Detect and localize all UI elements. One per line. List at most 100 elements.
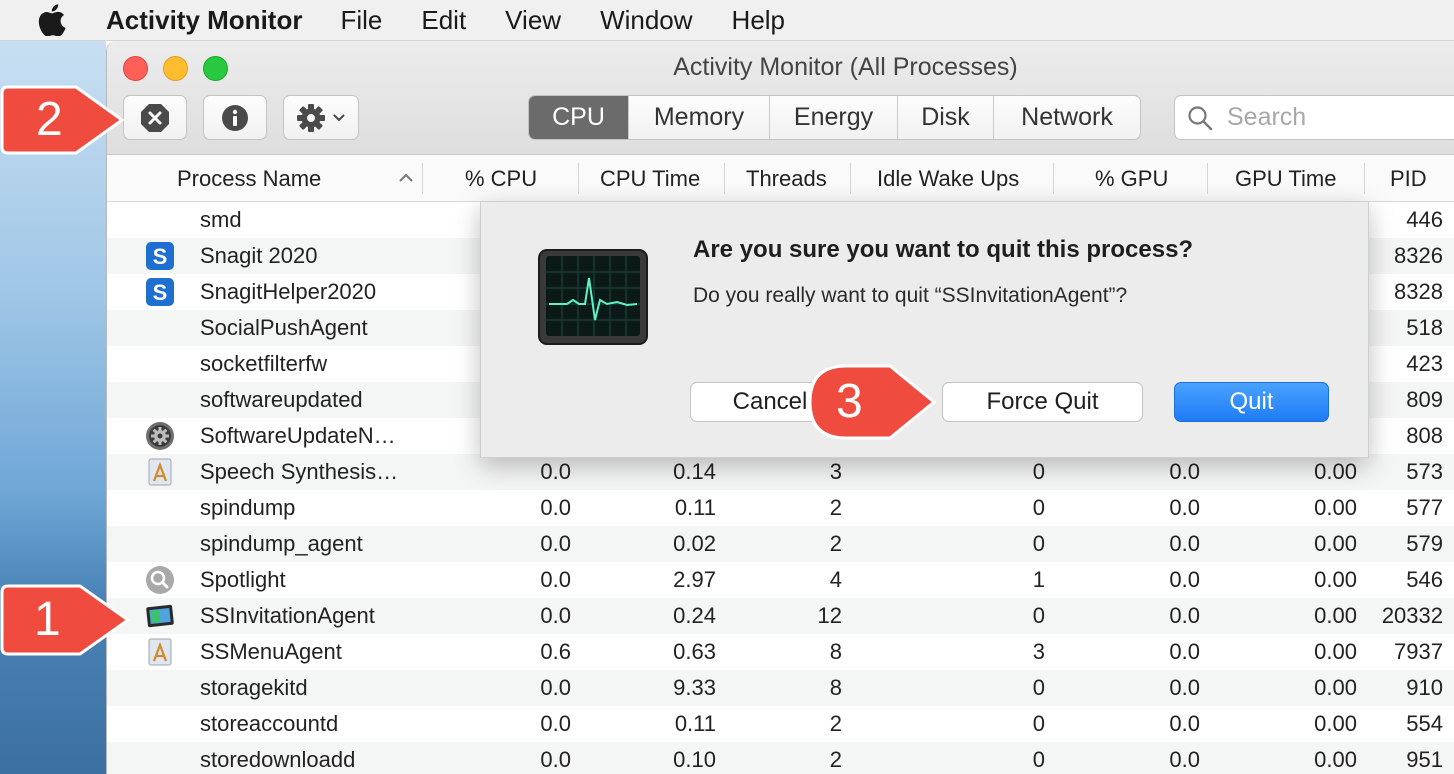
threads-cell: 2 bbox=[829, 495, 842, 520]
table-row[interactable]: Spotlight 0.0 2.97 4 1 0.0 0.00 546 bbox=[107, 562, 1454, 598]
gpu-percent-cell: 0.0 bbox=[1169, 711, 1200, 736]
tab-energy[interactable]: Energy bbox=[770, 96, 898, 139]
force-quit-button[interactable]: Force Quit bbox=[942, 382, 1143, 422]
idle-wake-ups-cell: 3 bbox=[1032, 639, 1045, 664]
tab-network[interactable]: Network bbox=[994, 96, 1140, 139]
table-row[interactable]: spindump_agent 0.0 0.02 2 0 0.0 0.00 579 bbox=[107, 526, 1454, 562]
process-name-cell: softwareupdated bbox=[200, 387, 363, 412]
window-title: Activity Monitor (All Processes) bbox=[673, 53, 1018, 81]
stop-process-button[interactable] bbox=[123, 95, 187, 140]
process-name-cell: SSInvitationAgent bbox=[200, 603, 375, 628]
cpu-time-cell: 0.11 bbox=[674, 711, 716, 736]
table-row[interactable]: storeaccountd 0.0 0.11 2 0 0.0 0.00 554 bbox=[107, 706, 1454, 742]
menu-edit[interactable]: Edit bbox=[421, 5, 466, 36]
gpu-percent-cell: 0.0 bbox=[1169, 747, 1200, 772]
idle-wake-ups-cell: 0 bbox=[1032, 747, 1045, 772]
inspect-process-button[interactable] bbox=[203, 95, 267, 140]
quit-button[interactable]: Quit bbox=[1174, 382, 1329, 422]
cpu-percent-cell: 0.0 bbox=[540, 567, 571, 592]
column-pid[interactable]: PID bbox=[1390, 155, 1427, 202]
cpu-percent-cell: 0.0 bbox=[540, 603, 571, 628]
cpu-percent-cell: 0.0 bbox=[540, 531, 571, 556]
sort-ascending-icon bbox=[399, 173, 413, 182]
table-row[interactable]: SSMenuAgent 0.6 0.63 8 3 0.0 0.00 7937 bbox=[107, 634, 1454, 670]
idle-wake-ups-cell: 1 bbox=[1032, 567, 1045, 592]
menu-help[interactable]: Help bbox=[732, 5, 785, 36]
gpu-percent-cell: 0.0 bbox=[1169, 639, 1200, 664]
gpu-percent-cell: 0.0 bbox=[1169, 531, 1200, 556]
menu-window[interactable]: Window bbox=[600, 5, 692, 36]
dialog-title: Are you sure you want to quit this proce… bbox=[693, 236, 1194, 263]
menu-app-name[interactable]: Activity Monitor bbox=[106, 5, 302, 36]
callout-number: 3 bbox=[836, 375, 863, 428]
view-tabs: CPU Memory Energy Disk Network bbox=[528, 95, 1141, 140]
tab-disk[interactable]: Disk bbox=[898, 96, 994, 139]
search-icon bbox=[1188, 105, 1213, 130]
table-row[interactable]: SSInvitationAgent 0.0 0.24 12 0 0.0 0.00 20332 bbox=[107, 598, 1454, 634]
dialog-message: Do you really want to quit “SSInvitation… bbox=[693, 284, 1128, 307]
gpu-percent-cell: 0.0 bbox=[1169, 675, 1200, 700]
snagit-icon: S bbox=[145, 277, 175, 307]
cpu-percent-cell: 0.0 bbox=[540, 675, 571, 700]
process-name-cell: Snagit 2020 bbox=[200, 243, 318, 268]
tab-memory[interactable]: Memory bbox=[629, 96, 770, 139]
pid-cell: 20332 bbox=[1381, 603, 1443, 628]
threads-cell: 2 bbox=[829, 747, 842, 772]
gpu-percent-cell: 0.0 bbox=[1169, 459, 1200, 484]
svg-text:S: S bbox=[153, 280, 168, 305]
table-row[interactable]: storagekitd 0.0 9.33 8 0 0.0 0.00 910 bbox=[107, 670, 1454, 706]
column-idle-wake-ups[interactable]: Idle Wake Ups bbox=[877, 155, 1019, 202]
svg-text:S: S bbox=[153, 244, 168, 269]
pid-cell: 577 bbox=[1406, 495, 1443, 520]
pid-cell: 7937 bbox=[1394, 639, 1443, 664]
table-header: Process Name % CPU CPU Time Threads Idle… bbox=[107, 155, 1454, 202]
cpu-percent-cell: 0.0 bbox=[540, 711, 571, 736]
column-cpu-percent[interactable]: % CPU bbox=[465, 155, 537, 202]
search-field[interactable] bbox=[1174, 95, 1454, 140]
threads-cell: 4 bbox=[829, 567, 842, 592]
table-row[interactable]: spindump 0.0 0.11 2 0 0.0 0.00 577 bbox=[107, 490, 1454, 526]
process-name-cell: SSMenuAgent bbox=[200, 639, 342, 664]
table-row[interactable]: storedownloadd 0.0 0.10 2 0 0.0 0.00 951 bbox=[107, 742, 1454, 774]
pid-cell: 910 bbox=[1406, 675, 1443, 700]
cpu-time-cell: 2.97 bbox=[673, 567, 716, 592]
menu-view[interactable]: View bbox=[505, 5, 561, 36]
process-name-cell: storeaccountd bbox=[200, 711, 339, 736]
chevron-down-icon bbox=[333, 113, 345, 121]
apple-menu-icon[interactable] bbox=[38, 4, 84, 36]
callout-badge-1: 1 bbox=[0, 582, 132, 658]
search-input[interactable] bbox=[1227, 103, 1447, 132]
menu-file[interactable]: File bbox=[340, 5, 382, 36]
cpu-time-cell: 0.11 bbox=[674, 495, 716, 520]
threads-cell: 2 bbox=[829, 531, 842, 556]
threads-cell: 2 bbox=[829, 711, 842, 736]
process-name-cell: socketfilterfw bbox=[200, 351, 328, 376]
pid-cell: 573 bbox=[1406, 459, 1443, 484]
process-name-cell: spindump bbox=[200, 495, 296, 520]
idle-wake-ups-cell: 0 bbox=[1032, 603, 1045, 628]
gear-icon bbox=[145, 421, 175, 451]
idle-wake-ups-cell: 0 bbox=[1032, 675, 1045, 700]
threads-cell: 8 bbox=[829, 639, 842, 664]
pid-cell: 546 bbox=[1406, 567, 1443, 592]
table-row[interactable]: Speech Synthesis… 0.0 0.14 3 0 0.0 0.00 573 bbox=[107, 454, 1454, 490]
column-gpu-percent[interactable]: % GPU bbox=[1095, 155, 1168, 202]
column-process-name[interactable]: Process Name bbox=[177, 155, 321, 202]
activity-monitor-app-icon bbox=[538, 249, 648, 345]
action-menu-button[interactable] bbox=[283, 95, 359, 140]
snagit-icon: S bbox=[145, 241, 175, 271]
cpu-percent-cell: 0.6 bbox=[540, 639, 571, 664]
callout-badge-2: 2 bbox=[0, 83, 126, 157]
process-name-cell: spindump_agent bbox=[200, 531, 363, 556]
tab-cpu[interactable]: CPU bbox=[529, 96, 629, 139]
process-name-cell: smd bbox=[200, 207, 242, 232]
column-threads[interactable]: Threads bbox=[746, 155, 827, 202]
column-cpu-time[interactable]: CPU Time bbox=[600, 155, 700, 202]
gear-icon bbox=[297, 103, 325, 132]
cpu-percent-cell: 0.0 bbox=[540, 459, 571, 484]
pid-cell: 951 bbox=[1406, 747, 1443, 772]
cpu-time-cell: 0.02 bbox=[673, 531, 716, 556]
column-gpu-time[interactable]: GPU Time bbox=[1235, 155, 1336, 202]
gpu-percent-cell: 0.0 bbox=[1169, 495, 1200, 520]
cpu-time-cell: 0.10 bbox=[673, 747, 716, 772]
